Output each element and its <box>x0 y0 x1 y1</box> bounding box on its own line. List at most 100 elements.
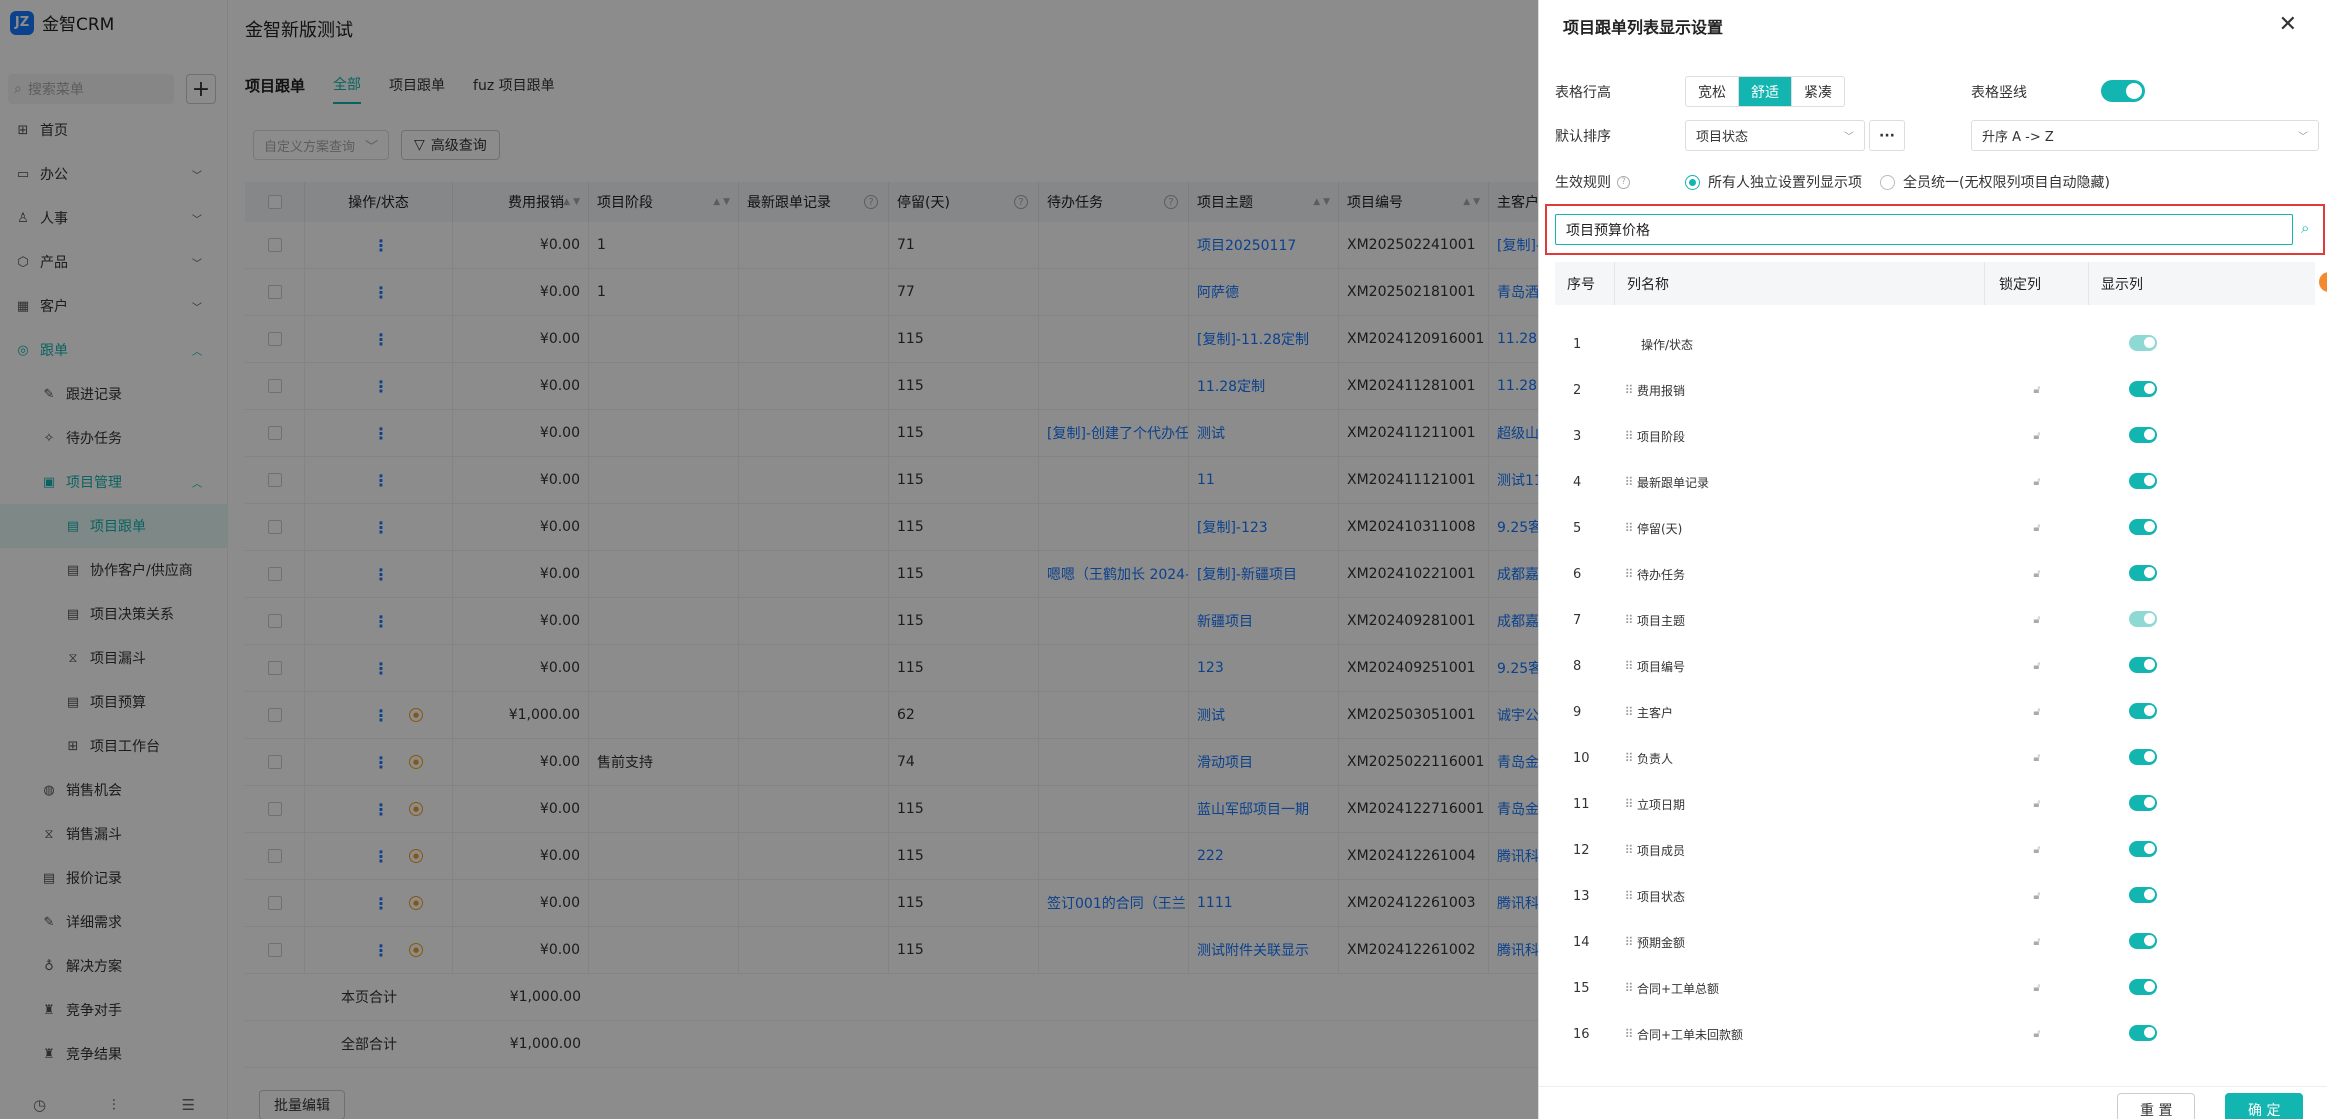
column-setting-row: 13 ⠿ 项目状态 🔓︎ <box>1555 873 2315 919</box>
drag-handle-icon[interactable]: ⠿ <box>1615 429 1637 443</box>
show-column-toggle[interactable] <box>2129 886 2157 903</box>
unlock-icon[interactable]: 🔓︎ <box>2033 1027 2040 1041</box>
show-column-toggle[interactable] <box>2129 840 2157 857</box>
lock-cell: 🔓︎ <box>1985 659 2089 673</box>
sort-order-select[interactable]: 升序 A -> Z ﹀ <box>1971 120 2319 151</box>
show-toggle-cell <box>2089 334 2209 354</box>
show-toggle-cell <box>2089 794 2209 814</box>
column-search-input[interactable]: 项目预算价格 <box>1555 214 2293 245</box>
show-toggle-cell <box>2089 518 2209 538</box>
column-setting-row: 12 ⠿ 项目成员 🔓︎ <box>1555 827 2315 873</box>
drag-handle-icon[interactable]: ⠿ <box>1615 935 1637 949</box>
unlock-icon[interactable]: 🔓︎ <box>2033 613 2040 627</box>
header-name: 列名称 <box>1615 262 1985 305</box>
row-height-segmented: 宽松 舒适 紧凑 <box>1685 76 1845 107</box>
sort-field-value: 项目状态 <box>1696 130 1749 145</box>
column-settings-drawer: 项目跟单列表显示设置 ✕ 表格行高 宽松 舒适 紧凑 表格竖线 默认排序 项目状态 … <box>1538 0 2327 1119</box>
column-no: 10 <box>1573 750 1590 766</box>
drag-handle-icon[interactable]: ⠿ <box>1615 889 1637 903</box>
sort-field-select[interactable]: 项目状态 ﹀ <box>1685 120 1865 151</box>
show-toggle-cell <box>2089 1024 2209 1044</box>
unlock-icon[interactable]: 🔓︎ <box>2033 889 2040 903</box>
show-column-toggle[interactable] <box>2129 518 2157 535</box>
column-name: 负责人 <box>1637 751 1674 766</box>
unlock-icon[interactable]: 🔓︎ <box>2033 475 2040 489</box>
column-name: 最新跟单记录 <box>1637 475 1710 490</box>
show-column-toggle[interactable] <box>2129 564 2157 581</box>
modal-overlay[interactable] <box>0 0 1538 1119</box>
show-toggle-cell <box>2089 702 2209 722</box>
row-height-option[interactable]: 宽松 <box>1686 77 1739 106</box>
floating-assistant-icon[interactable] <box>2319 272 2327 292</box>
drag-handle-icon[interactable]: ⠿ <box>1615 1027 1637 1041</box>
rule-radio-group: 所有人独立设置列显示项 全员统一(无权限列项目自动隐藏) <box>1685 172 2128 192</box>
column-name: 项目主题 <box>1637 613 1686 628</box>
unlock-icon[interactable]: 🔓︎ <box>2033 797 2040 811</box>
vertical-line-toggle[interactable] <box>2101 80 2145 106</box>
column-setting-row: 9 ⠿ 主客户 🔓︎ <box>1555 689 2315 735</box>
confirm-button[interactable]: 确 定 <box>2225 1093 2304 1119</box>
drag-handle-icon[interactable]: ⠿ <box>1615 705 1637 719</box>
column-name-cell: ⠿ 待办任务 <box>1615 566 1985 583</box>
row-height-option[interactable]: 紧凑 <box>1792 77 1844 106</box>
unlock-icon[interactable]: 🔓︎ <box>2033 935 2040 949</box>
show-column-toggle[interactable] <box>2129 610 2157 627</box>
column-no: 7 <box>1573 612 1582 628</box>
drag-handle-icon[interactable]: ⠿ <box>1615 567 1637 581</box>
drag-handle-icon[interactable]: ⠿ <box>1615 843 1637 857</box>
show-column-toggle <box>2129 334 2157 351</box>
show-column-toggle[interactable] <box>2129 380 2157 397</box>
rule-option-unified[interactable]: 全员统一(无权限列项目自动隐藏) <box>1880 172 2110 192</box>
column-setting-row: 11 ⠿ 立项日期 🔓︎ <box>1555 781 2315 827</box>
show-column-toggle[interactable] <box>2129 1024 2157 1041</box>
row-height-label: 表格行高 <box>1555 85 1611 101</box>
drag-handle-icon[interactable]: ⠿ <box>1615 383 1637 397</box>
column-name-cell: ⠿ 立项日期 <box>1615 796 1985 813</box>
unlock-icon[interactable]: 🔓︎ <box>2033 751 2040 765</box>
drag-handle-icon[interactable]: ⠿ <box>1615 751 1637 765</box>
show-column-toggle[interactable] <box>2129 932 2157 949</box>
sort-more-button[interactable]: ··· <box>1869 120 1905 151</box>
unlock-icon[interactable]: 🔓︎ <box>2033 659 2040 673</box>
show-column-toggle[interactable] <box>2129 794 2157 811</box>
unlock-icon[interactable]: 🔓︎ <box>2033 567 2040 581</box>
toggle-switch <box>2101 80 2145 102</box>
show-column-toggle[interactable] <box>2129 656 2157 673</box>
column-name: 项目阶段 <box>1637 429 1686 444</box>
drag-handle-icon[interactable]: ⠿ <box>1615 521 1637 535</box>
column-no: 12 <box>1573 842 1590 858</box>
show-column-toggle[interactable] <box>2129 748 2157 765</box>
unlock-icon[interactable]: 🔓︎ <box>2033 843 2040 857</box>
show-column-toggle[interactable] <box>2129 702 2157 719</box>
drag-handle-icon[interactable]: ⠿ <box>1615 659 1637 673</box>
column-name: 费用报销 <box>1637 383 1686 398</box>
unlock-icon[interactable]: 🔓︎ <box>2033 705 2040 719</box>
unlock-icon[interactable]: 🔓︎ <box>2033 429 2040 443</box>
rule-option-independent[interactable]: 所有人独立设置列显示项 <box>1685 172 1862 192</box>
column-setting-row: 1 操作/状态 <box>1555 321 2315 367</box>
row-height-option[interactable]: 舒适 <box>1739 77 1792 106</box>
chevron-down-icon: ﹀ <box>1844 132 1854 143</box>
show-toggle-cell <box>2089 978 2209 998</box>
drag-handle-icon[interactable]: ⠿ <box>1615 475 1637 489</box>
show-column-toggle[interactable] <box>2129 426 2157 443</box>
lock-cell: 🔓︎ <box>1985 567 2089 581</box>
help-icon[interactable]: ? <box>1617 175 1630 189</box>
show-column-toggle[interactable] <box>2129 472 2157 489</box>
column-no: 14 <box>1573 934 1590 950</box>
unlock-icon[interactable]: 🔓︎ <box>2033 521 2040 535</box>
close-icon[interactable]: ✕ <box>2279 12 2297 37</box>
search-icon[interactable]: ⌕ <box>2301 219 2309 237</box>
unlock-icon[interactable]: 🔓︎ <box>2033 383 2040 397</box>
reset-button[interactable]: 重 置 <box>2117 1093 2196 1119</box>
drag-handle-icon[interactable]: ⠿ <box>1615 797 1637 811</box>
drag-handle-icon[interactable]: ⠿ <box>1615 981 1637 995</box>
show-toggle-cell <box>2089 932 2209 952</box>
column-name-cell: 操作/状态 <box>1615 336 1985 353</box>
unlock-icon[interactable]: 🔓︎ <box>2033 981 2040 995</box>
column-list-header: 序号 列名称 锁定列 显示列 <box>1555 262 2315 305</box>
header-no: 序号 <box>1555 262 1615 305</box>
column-name: 主客户 <box>1637 705 1674 720</box>
drag-handle-icon[interactable]: ⠿ <box>1615 613 1637 627</box>
show-column-toggle[interactable] <box>2129 978 2157 995</box>
